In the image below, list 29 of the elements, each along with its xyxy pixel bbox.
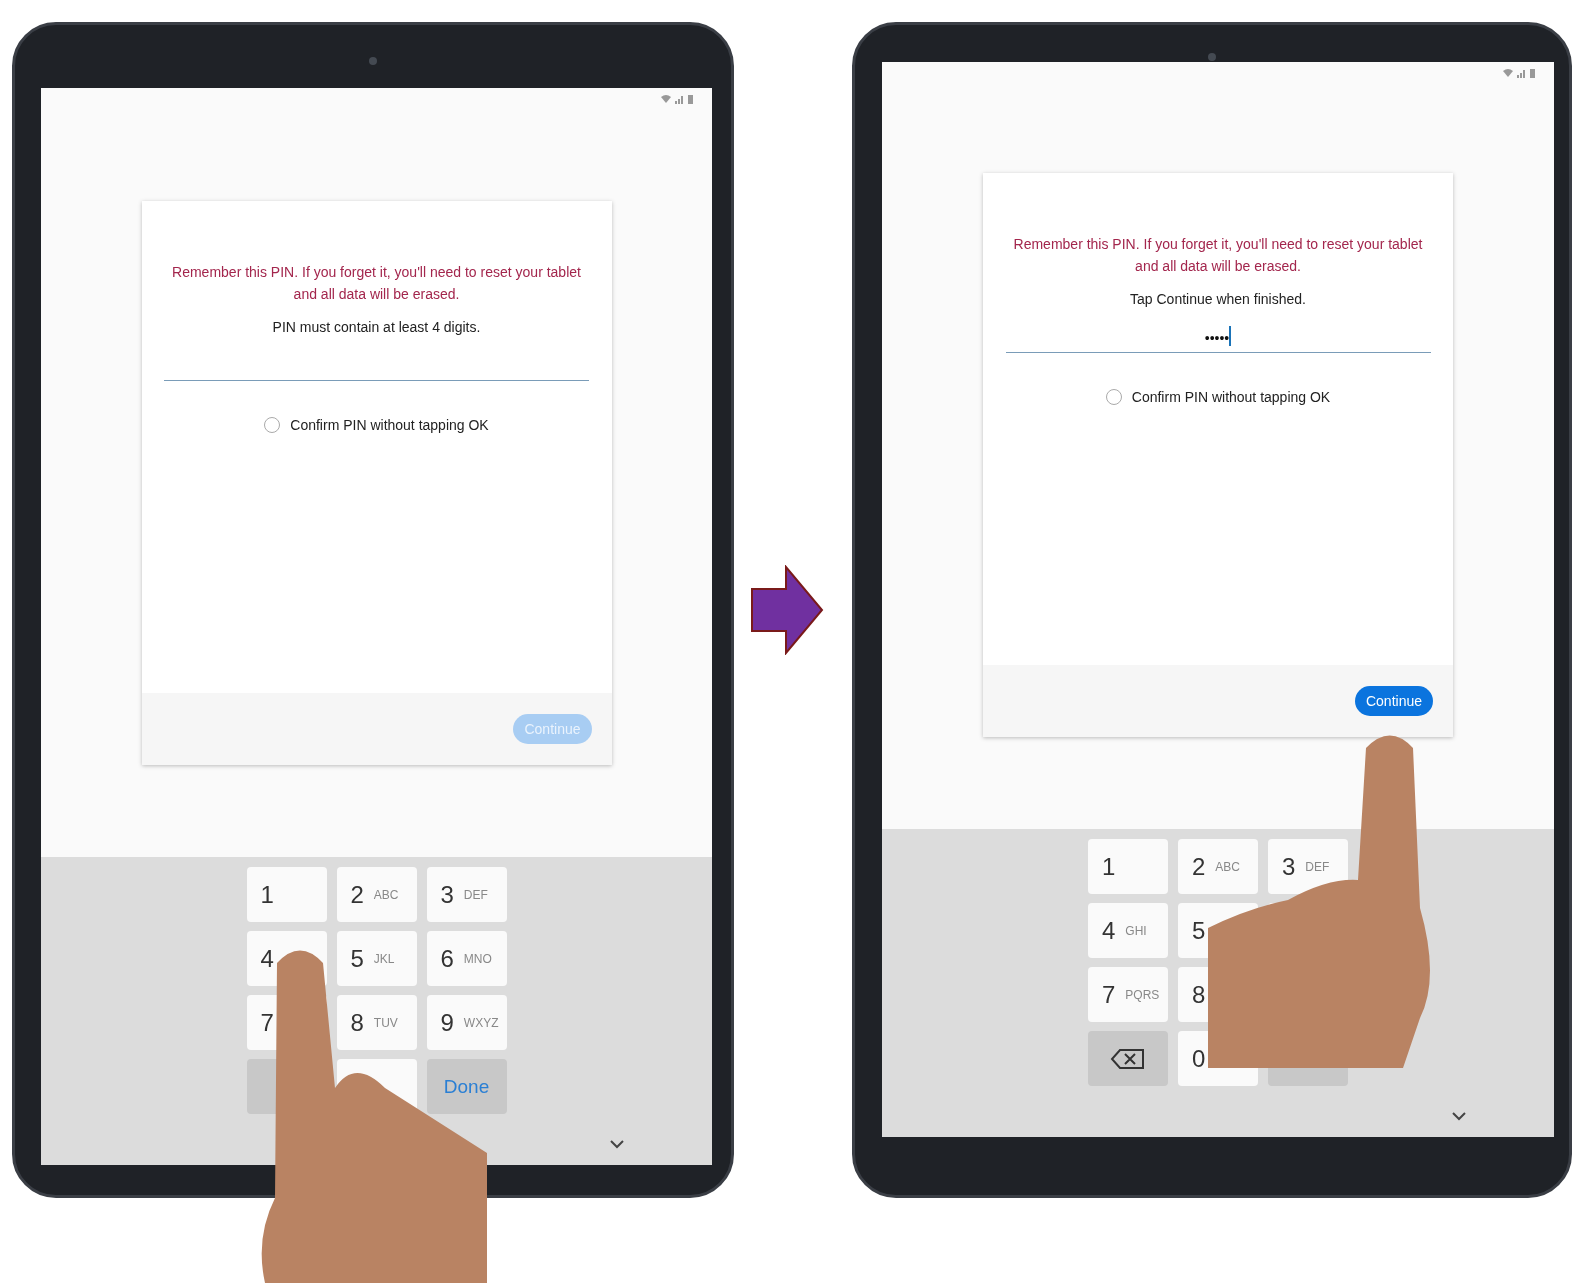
camera-dot [1208,53,1216,61]
keypad-key[interactable]: 1 [246,867,327,922]
instruction-text: Tap Continue when finished. [1130,291,1306,307]
backspace-icon [1110,1047,1146,1070]
keypad-key[interactable]: 2 ABC [1178,839,1258,894]
camera-dot [369,57,377,65]
keypad-key[interactable]: 7 PQRS [1088,967,1168,1022]
checkbox-label: Confirm PIN without tapping OK [290,417,489,433]
status-icons [1502,68,1538,78]
chevron-down-icon[interactable] [1452,1112,1466,1121]
pin-field[interactable]: ••••• [1005,319,1431,353]
status-icons [660,94,696,104]
warning-text: Remember this PIN. If you forget it, you'll need to reset your tablet and all data will be erased. [1012,235,1424,276]
keypad-key[interactable]: 1 [1088,839,1168,894]
keypad-key[interactable]: 5 JKL [336,931,417,986]
keypad-key[interactable]: 3 DEF [426,867,507,922]
keypad-key[interactable]: 3 DEF [1268,839,1348,894]
keypad-key[interactable]: 9 WXYZ [426,995,507,1050]
instruction-text: PIN must contain at least 4 digits. [272,319,481,335]
chevron-down-icon[interactable] [610,1140,624,1149]
right-arrow-icon [750,565,824,655]
backspace-key[interactable] [1088,1031,1168,1086]
continue-button[interactable]: Continue [1354,686,1433,716]
keypad-key[interactable]: 4 GHI [1088,903,1168,958]
keypad-key[interactable]: 8 TUV [336,995,417,1050]
keypad-key[interactable]: 6 MNO [426,931,507,986]
checkbox-label: Confirm PIN without tapping OK [1131,389,1331,405]
warning-text: Remember this PIN. If you forget it, you'll need to reset your tablet and all data will be erased. [171,263,582,304]
keypad-key[interactable]: 2 ABC [336,867,417,922]
